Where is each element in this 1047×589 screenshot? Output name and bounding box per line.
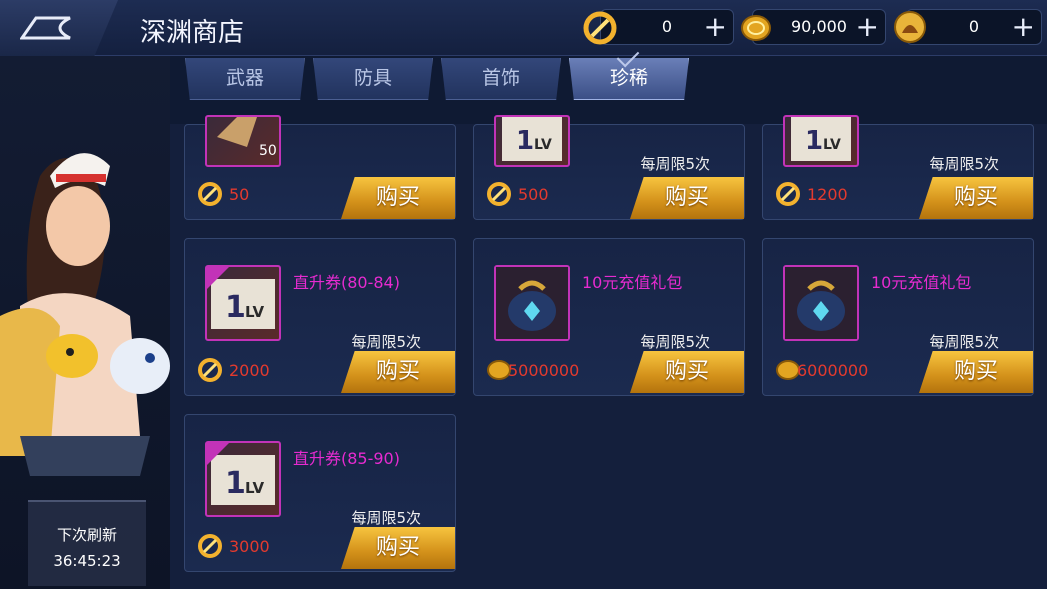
level-ticket-icon: 1 LV [207, 443, 275, 505]
svg-text:1: 1 [516, 126, 534, 156]
item-price: 50 [229, 185, 250, 204]
svg-text:LV: LV [823, 137, 841, 153]
svg-text:1: 1 [805, 126, 823, 156]
add-gold-button[interactable]: + [856, 12, 879, 42]
shop-item-card: 10元充值礼包 每周限5次 5000000 购买 [473, 238, 745, 396]
item-icon-frame [783, 265, 859, 341]
item-icon-frame: 1 LV [205, 265, 281, 341]
buy-button[interactable]: 购买 [630, 351, 744, 393]
add-abyss-token-button[interactable]: + [704, 12, 727, 42]
buy-button[interactable]: 购买 [919, 177, 1033, 219]
gift-bag-icon [496, 267, 568, 339]
honor-medal-icon [894, 11, 926, 43]
item-icon-frame: 1 LV [205, 441, 281, 517]
purchase-limit: 每周限5次 [929, 155, 999, 173]
refresh-label: 下次刷新 [56, 526, 117, 544]
item-price: 2000 [229, 361, 270, 380]
shop-item-card: 1 LV 直升券(85-90) 每周限5次 3000 购买 [184, 414, 456, 572]
buy-button[interactable]: 购买 [341, 351, 455, 393]
shop-item-card: 1 LV 直升券(80-84) 每周限5次 2000 购买 [184, 238, 456, 396]
buy-button[interactable]: 购买 [341, 177, 455, 219]
back-button[interactable] [0, 0, 118, 56]
item-icon-frame [494, 265, 570, 341]
item-name: 10元充值礼包 [582, 273, 683, 292]
level-ticket-icon: 1 LV [207, 267, 275, 329]
level-ticket-icon: 1 LV [791, 117, 851, 161]
item-price: 500 [518, 185, 549, 204]
abyss-token-icon [198, 182, 222, 206]
svg-text:LV: LV [245, 479, 264, 497]
buy-button[interactable]: 购买 [630, 177, 744, 219]
svg-text:1: 1 [225, 290, 246, 325]
buy-button[interactable]: 购买 [341, 527, 455, 569]
abyss-token-icon [583, 11, 617, 45]
buy-button[interactable]: 购买 [919, 351, 1033, 393]
item-price: 6000000 [797, 361, 869, 380]
abyss-token-icon [776, 182, 800, 206]
refresh-timer: 下次刷新 36:45:23 [28, 500, 146, 586]
item-price: 3000 [229, 537, 270, 556]
tab-rare[interactable]: 珍稀 [569, 58, 689, 100]
top-bar: 深渊商店 0 + 90,000 + 0 + [0, 0, 1047, 56]
purchase-limit: 每周限5次 [351, 509, 421, 527]
item-price: 5000000 [508, 361, 580, 380]
item-quantity: 50 [259, 143, 277, 159]
add-honor-button[interactable]: + [1012, 12, 1035, 42]
back-arrow-icon [20, 16, 71, 40]
item-name: 10元充值礼包 [871, 273, 972, 292]
shop-item-card: 50 50 购买 [184, 115, 456, 220]
purchase-limit: 每周限5次 [640, 155, 710, 173]
shop-item-card: 1 LV 每周限5次 1200 购买 [762, 115, 1034, 220]
tab-accessories[interactable]: 首饰 [441, 58, 561, 100]
svg-text:LV: LV [534, 137, 552, 153]
shop-item-card: 10元充值礼包 每周限5次 6000000 购买 [762, 238, 1034, 396]
abyss-token-icon [487, 182, 511, 206]
currency-abyss-token: 0 + [600, 9, 734, 45]
gold-coin-icon [741, 15, 771, 41]
abyss-token-icon [198, 358, 222, 382]
page-title: 深渊商店 [140, 18, 245, 48]
purchase-limit: 每周限5次 [640, 333, 710, 351]
item-icon-frame: 1 LV [494, 115, 570, 167]
character-panel: 下次刷新 36:45:23 [0, 56, 170, 589]
gift-bag-icon [785, 267, 857, 339]
character-illustration [0, 153, 170, 476]
item-icon-frame: 1 LV [783, 115, 859, 167]
shop-item-grid: 50 50 购买 1 LV 每周限5次 500 购买 1 LV 每周限5次 12… [170, 115, 1047, 589]
tab-weapons[interactable]: 武器 [185, 58, 305, 100]
purchase-limit: 每周限5次 [929, 333, 999, 351]
level-ticket-icon: 1 LV [502, 117, 562, 161]
item-icon-frame: 50 [205, 115, 281, 167]
item-price: 1200 [807, 185, 848, 204]
item-name: 直升券(85-90) [293, 449, 400, 468]
svg-text:1: 1 [225, 466, 246, 501]
abyss-token-icon [198, 534, 222, 558]
tab-armor[interactable]: 防具 [313, 58, 433, 100]
purchase-limit: 每周限5次 [351, 333, 421, 351]
refresh-countdown: 36:45:23 [53, 552, 121, 570]
shop-item-card: 1 LV 每周限5次 500 购买 [473, 115, 745, 220]
item-name: 直升券(80-84) [293, 273, 400, 292]
svg-text:LV: LV [245, 303, 264, 321]
